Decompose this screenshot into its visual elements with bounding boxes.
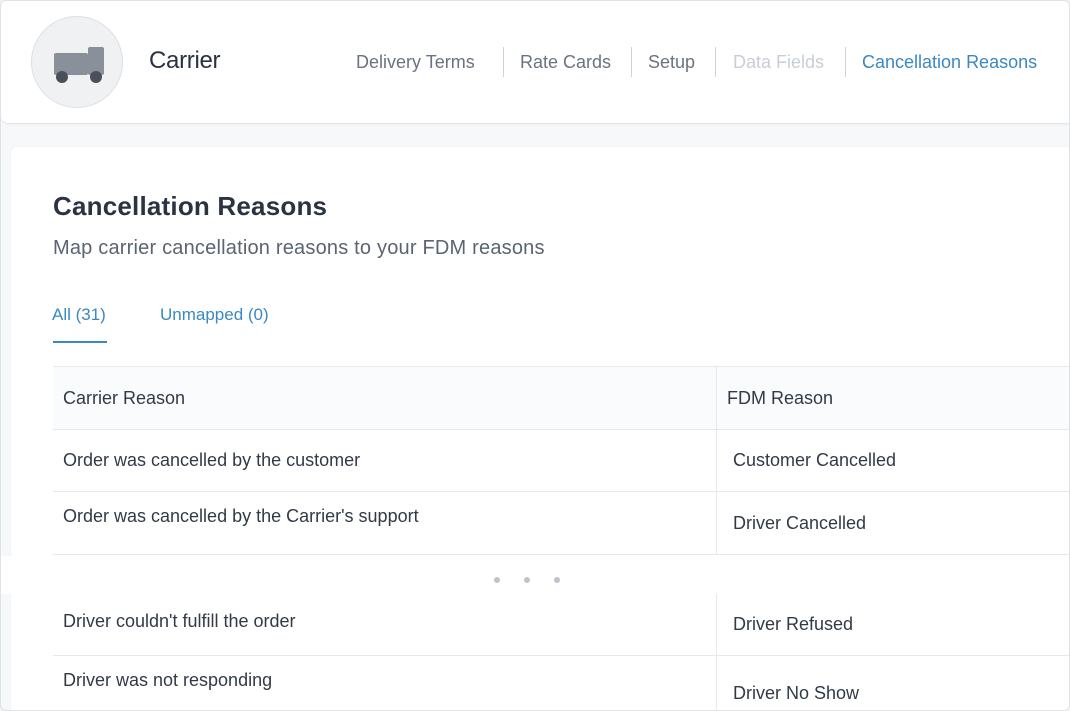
table-row[interactable]: Driver couldn't fulfill the order Driver…: [53, 593, 1069, 656]
carrier-reason-cell: Order was cancelled by the Carrier's sup…: [63, 506, 419, 526]
active-tab-indicator: [53, 341, 107, 343]
ellipsis-indicator: [494, 570, 584, 588]
column-header-fdm-reason: FDM Reason: [727, 387, 834, 408]
truck-icon: [54, 47, 104, 83]
table-row[interactable]: Driver was not responding Driver No Show: [53, 656, 1069, 710]
page-title: Cancellation Reasons: [53, 191, 328, 221]
carrier-avatar: [31, 16, 123, 108]
nav-separator: [715, 47, 716, 77]
omitted-rows-gap: [1, 556, 1069, 594]
tab-unmapped[interactable]: Unmapped (0): [160, 305, 269, 325]
ellipsis-dot: [554, 577, 560, 583]
page-subtitle: Map carrier cancellation reasons to your…: [53, 237, 545, 259]
ellipsis-dot: [494, 577, 500, 583]
column-divider: [716, 593, 717, 655]
carrier-reason-cell: Order was cancelled by the customer: [63, 449, 361, 470]
column-divider: [716, 492, 717, 554]
column-divider: [716, 429, 717, 491]
carrier-name: Carrier: [149, 47, 221, 74]
carrier-reason-cell: Driver was not responding: [63, 670, 273, 690]
column-divider: [716, 367, 717, 429]
column-header-carrier-reason: Carrier Reason: [63, 387, 186, 408]
fdm-reason-cell[interactable]: Driver Refused: [733, 593, 853, 655]
nav-setup[interactable]: Setup: [648, 47, 695, 77]
fdm-reason-cell[interactable]: Driver Cancelled: [733, 492, 866, 554]
nav-separator: [845, 47, 846, 77]
table-row[interactable]: Order was cancelled by the customer Cust…: [53, 429, 1069, 492]
tab-all[interactable]: All (31): [52, 305, 106, 325]
nav-separator: [503, 47, 504, 77]
fdm-reason-cell[interactable]: Driver No Show: [733, 656, 859, 710]
ellipsis-dot: [524, 577, 530, 583]
carrier-header: Carrier Delivery Terms Rate Cards Setup …: [1, 1, 1069, 124]
nav-separator: [631, 47, 632, 77]
nav-data-fields: Data Fields: [733, 52, 825, 72]
table-header-row: Carrier Reason FDM Reason: [53, 366, 1069, 430]
cancellation-reasons-card: Cancellation Reasons Map carrier cancell…: [1, 147, 1069, 710]
column-divider: [716, 656, 717, 710]
carrier-reason-cell: Driver couldn't fulfill the order: [63, 611, 296, 631]
app-frame: Carrier Delivery Terms Rate Cards Setup …: [0, 0, 1070, 711]
nav-rate-cards[interactable]: Rate Cards: [520, 47, 611, 77]
nav-cancellation-reasons[interactable]: Cancellation Reasons: [862, 47, 1037, 77]
nav-delivery-terms[interactable]: Delivery Terms: [356, 47, 475, 77]
fdm-reason-cell[interactable]: Customer Cancelled: [733, 429, 896, 491]
table-row[interactable]: Order was cancelled by the Carrier's sup…: [53, 492, 1069, 555]
